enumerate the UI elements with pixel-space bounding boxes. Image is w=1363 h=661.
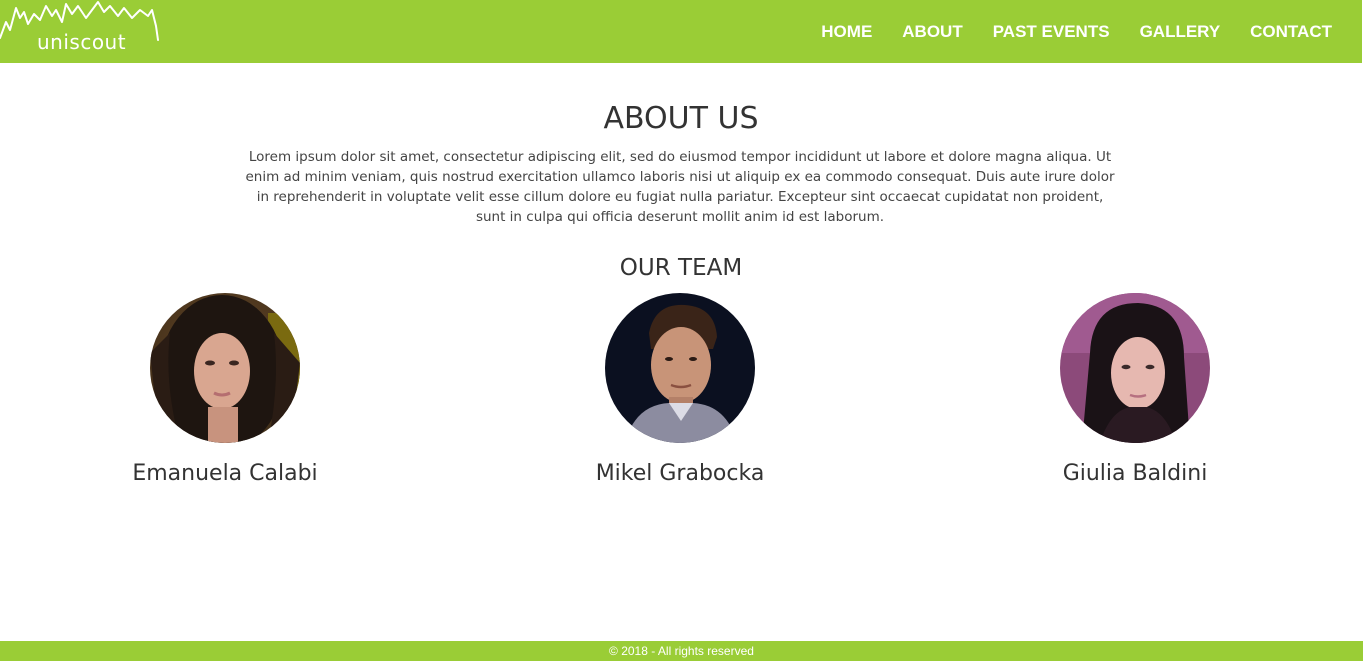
member-name: Giulia Baldini [1062,461,1208,486]
member-photo-giulia [1060,293,1210,443]
avatar [150,293,300,443]
team-member-card: Mikel Grabocka [530,293,830,486]
nav-past-events-link[interactable]: PAST EVENTS [993,12,1110,52]
about-us-text: Lorem ipsum dolor sit amet, consectetur … [245,149,1115,225]
logo-wordmark: uniscout [37,30,127,54]
member-name: Mikel Grabocka [595,461,765,486]
member-name: Emanuela Calabi [132,461,318,486]
avatar [1060,293,1210,443]
member-photo-mikel [605,293,755,443]
team-member-card: Giulia Baldini [985,293,1285,486]
about-us-heading: ABOUT US [603,101,759,136]
site-footer: © 2018 - All rights reserved [0,641,1363,661]
copyright-text: © 2018 - All rights reserved [609,644,754,658]
nav-contact-link[interactable]: CONTACT [1250,12,1332,52]
nav-about-link[interactable]: ABOUT [902,12,962,52]
member-photo-emanuela [150,293,300,443]
site-header: uniscout HOME ABOUT PAST EVENTS GALLERY … [0,0,1362,63]
team-member-card: Emanuela Calabi [75,293,375,486]
our-team-heading: OUR TEAM [619,255,743,281]
nav-home-link[interactable]: HOME [821,12,872,52]
uniscout-logo[interactable]: uniscout [0,0,165,62]
avatar [605,293,755,443]
main-nav: HOME ABOUT PAST EVENTS GALLERY CONTACT [821,0,1362,63]
nav-gallery-link[interactable]: GALLERY [1140,12,1221,52]
